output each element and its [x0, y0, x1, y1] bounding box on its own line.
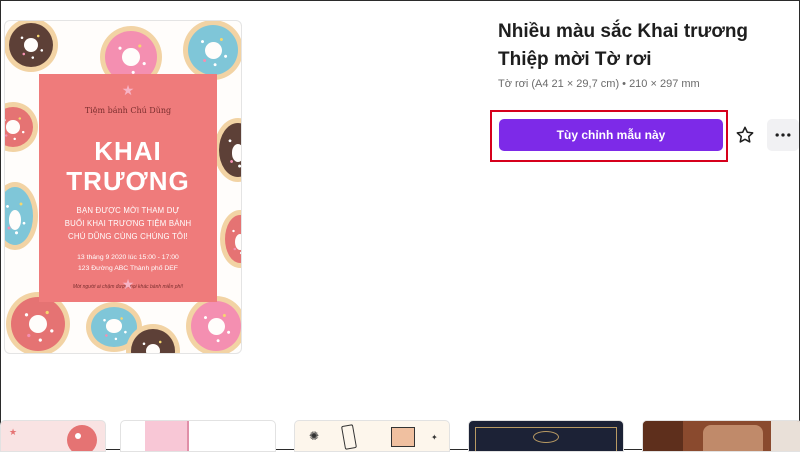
star-decoration-icon: ★	[121, 82, 135, 98]
more-options-button[interactable]	[767, 119, 799, 151]
donut-decoration	[191, 301, 241, 351]
flyer-invite-text: BẠN ĐƯỢC MỜI THAM DỰ BUỔI KHAI TRƯƠNG TI…	[45, 204, 211, 243]
flyer-invite-line: BẠN ĐƯỢC MỜI THAM DỰ	[76, 206, 180, 215]
related-template-thumbnail[interactable]: ★	[0, 420, 106, 452]
star-icon	[736, 126, 754, 143]
donut-decoration	[11, 297, 65, 351]
flyer-invite-line: CHÚ DŨNG CÙNG CHÚNG TÔI!	[68, 232, 188, 241]
flyer-address: 123 Đường ABC Thành phố DEF	[78, 265, 178, 272]
customize-template-button[interactable]: Tùy chỉnh mẫu này	[499, 119, 723, 151]
star-decoration-icon: ★	[121, 276, 135, 292]
donut-decoration	[131, 329, 175, 353]
favorite-button[interactable]	[729, 119, 761, 151]
flyer-invite-line: BUỔI KHAI TRƯƠNG TIỆM BÁNH	[64, 219, 192, 228]
related-template-thumbnail[interactable]	[120, 420, 276, 452]
flyer-date: 13 tháng 9 2020 lúc 15:00 - 17:00	[77, 254, 179, 261]
related-template-thumbnail[interactable]	[642, 420, 800, 452]
flyer-title-line1: KHAI	[94, 136, 162, 166]
template-title: Nhiều màu sắc Khai trương Thiệp mời Tờ r…	[498, 21, 749, 70]
more-horizontal-icon	[775, 133, 791, 137]
donut-decoration	[5, 187, 33, 245]
donut-decoration	[9, 23, 53, 67]
template-preview[interactable]: ★ Tiệm bánh Chú Dũng KHAI TRƯƠNG BẠN ĐƯỢ…	[4, 20, 242, 354]
flyer-title-line2: TRƯƠNG	[66, 166, 190, 196]
donut-decoration	[219, 123, 241, 177]
template-size-info: Tờ rơi (A4 21 × 29,7 cm) • 210 × 297 mm	[498, 78, 700, 90]
donut-decoration	[225, 215, 241, 263]
related-template-thumbnail[interactable]	[468, 420, 624, 452]
donut-decoration	[188, 25, 238, 75]
flyer-card: ★ Tiệm bánh Chú Dũng KHAI TRƯƠNG BẠN ĐƯỢ…	[39, 74, 217, 302]
flyer-event-details: 13 tháng 9 2020 lúc 15:00 - 17:00 123 Đư…	[39, 252, 217, 274]
donut-decoration	[91, 307, 137, 347]
donut-decoration	[5, 107, 33, 147]
flyer-shop-name: Tiệm bánh Chú Dũng	[84, 106, 172, 115]
related-template-thumbnail[interactable]: ✺ ✦	[294, 420, 450, 452]
